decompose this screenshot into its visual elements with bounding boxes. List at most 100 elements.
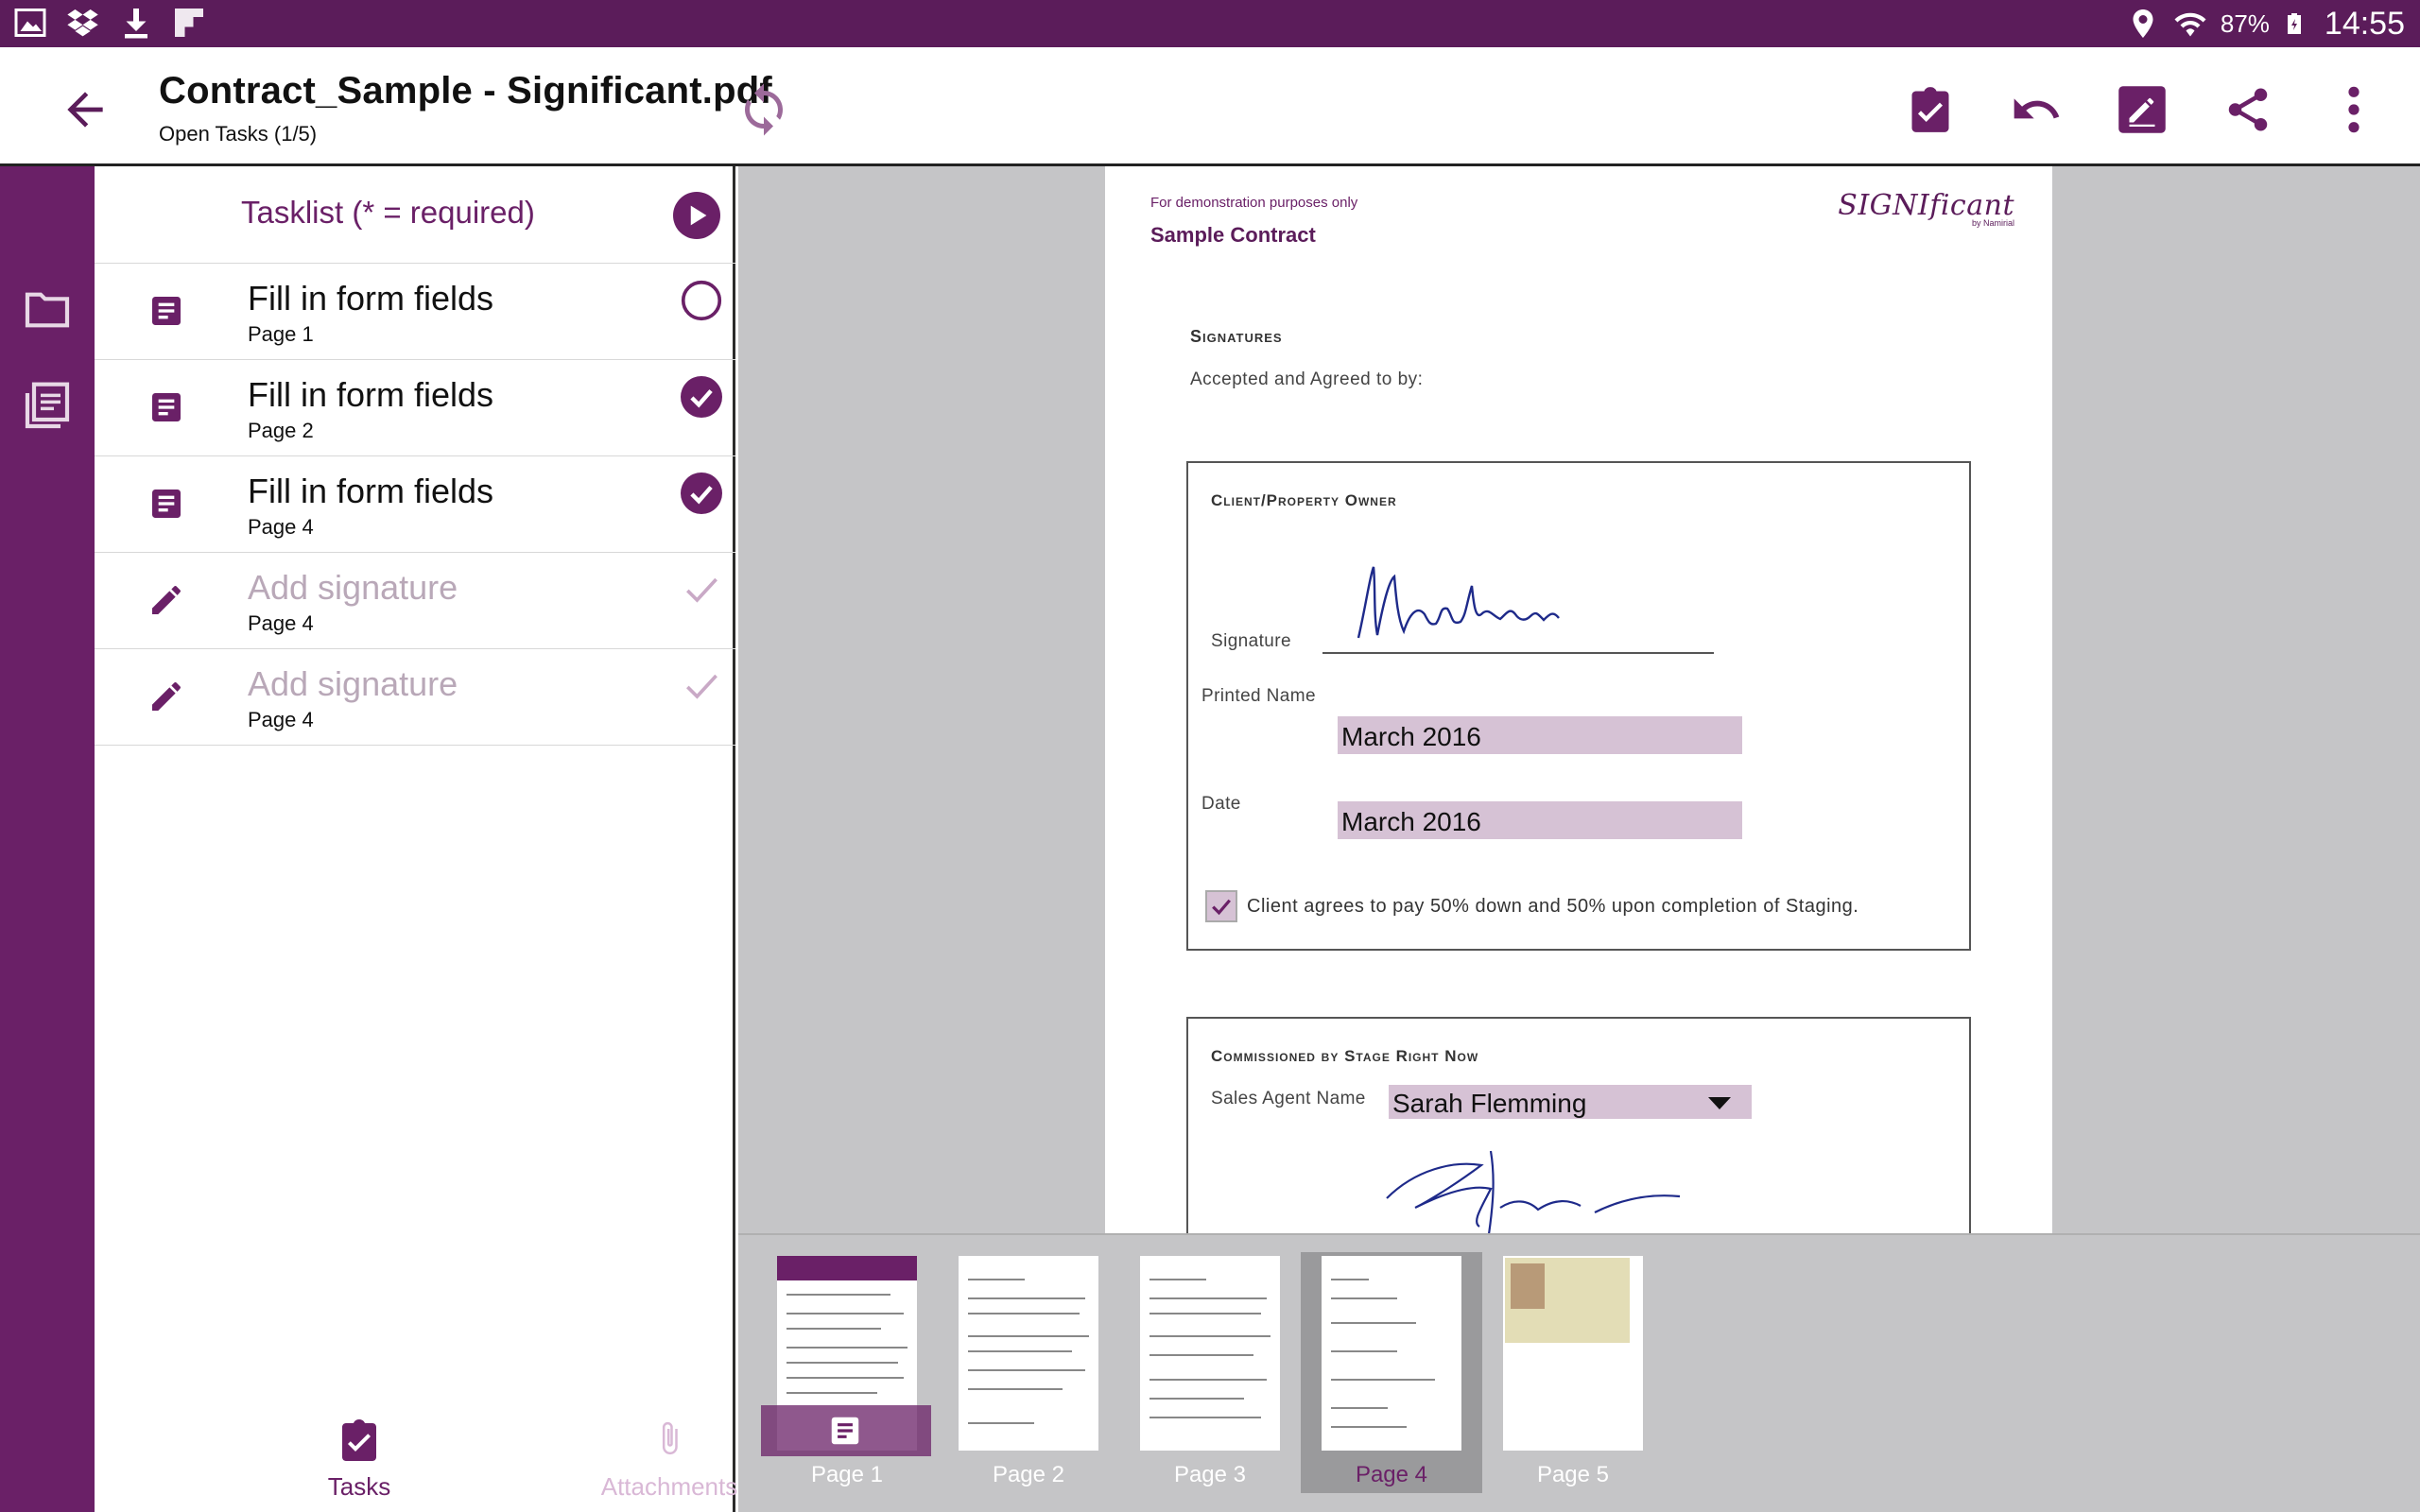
commission-box: Commissioned by Stage Right Now Sales Ag… <box>1186 1017 1971 1233</box>
form-icon <box>831 1417 859 1445</box>
more-icon <box>2348 86 2360 133</box>
document-title: Contract_Sample - Significant.pdf <box>159 70 772 112</box>
pencil-icon <box>152 682 181 711</box>
task-row[interactable]: Add signature Page 4 <box>95 553 735 649</box>
task-page: Page 4 <box>248 611 314 635</box>
flipboard-icon <box>175 9 203 37</box>
task-page: Page 4 <box>248 515 314 539</box>
page-thumbnail-strip: Page 1 Page 2 Page 3 Page 4 Page 5 <box>738 1233 2420 1512</box>
page-thumbnail[interactable] <box>1503 1256 1643 1451</box>
tab-attachments[interactable]: Attachments <box>594 1391 745 1512</box>
status-bar: 87% 14:55 <box>0 0 2420 47</box>
location-icon <box>2133 9 2153 38</box>
date-field[interactable]: March 2016 <box>1338 801 1742 839</box>
share-button[interactable] <box>2220 81 2276 138</box>
form-icon <box>152 393 181 421</box>
thumbnail-label: Page 3 <box>1173 1462 1247 1487</box>
task-row[interactable]: Fill in form fields Page 2 <box>95 360 735 456</box>
check-icon <box>686 577 717 603</box>
tab-tasks-label: Tasks <box>327 1472 391 1501</box>
undo-button[interactable] <box>2008 81 2065 138</box>
task-page: Page 4 <box>248 708 314 731</box>
task-page: Page 1 <box>248 322 314 346</box>
sync-icon[interactable] <box>735 81 792 138</box>
document-heading: Sample Contract <box>1150 223 1316 247</box>
payment-terms-checkbox[interactable] <box>1205 890 1237 922</box>
printed-name-field[interactable]: March 2016 <box>1338 716 1742 754</box>
checkmark-icon <box>1212 899 1231 916</box>
clock: 14:55 <box>2324 5 2405 42</box>
download-icon <box>125 9 147 39</box>
paperclip-icon <box>662 1421 678 1455</box>
complete-tasks-button[interactable] <box>1902 81 1959 138</box>
document-page: For demonstration purposes only Sample C… <box>1105 166 2052 1233</box>
dropbox-icon <box>67 9 98 37</box>
tasklist-header: Tasklist (* = required) <box>95 166 735 264</box>
open-tasks-count: Open Tasks (1/5) <box>159 122 318 146</box>
task-row[interactable]: Fill in form fields Page 4 <box>95 456 735 553</box>
agent-signature-image[interactable] <box>1377 1142 1689 1233</box>
client-signature-image[interactable] <box>1349 548 1566 652</box>
client-signature-box: Client/Property Owner Signature Printed … <box>1186 461 1971 951</box>
play-icon[interactable] <box>673 192 720 239</box>
bottom-tabs: Tasks Attachments <box>95 1391 737 1512</box>
task-label: Add signature <box>248 568 458 607</box>
tab-tasks[interactable]: Tasks <box>302 1391 416 1512</box>
page-thumbnail[interactable] <box>1322 1256 1461 1451</box>
open-circle-icon <box>681 280 722 321</box>
more-options-button[interactable] <box>2325 81 2382 138</box>
demo-note: For demonstration purposes only <box>1150 195 1358 211</box>
accepted-text: Accepted and Agreed to by: <box>1190 369 1424 389</box>
page-thumbnail[interactable] <box>959 1256 1098 1451</box>
chevron-down-icon <box>1708 1097 1731 1109</box>
significant-logo: SIGNIficant by Namirial <box>1838 189 2014 228</box>
tasks-on-page-overlay <box>761 1405 931 1456</box>
task-check-icon <box>1911 87 1949 132</box>
navigation-rail <box>0 166 95 1512</box>
commission-box-heading: Commissioned by Stage Right Now <box>1211 1047 1479 1065</box>
page-thumbnail[interactable] <box>1140 1256 1280 1451</box>
task-label: Fill in form fields <box>248 375 494 414</box>
gallery-icon <box>14 9 46 37</box>
thumbnail-label: Page 5 <box>1536 1462 1610 1487</box>
app-bar: Contract_Sample - Significant.pdf Open T… <box>0 47 2420 166</box>
folder-icon[interactable] <box>21 284 74 336</box>
back-arrow-icon[interactable] <box>59 83 112 136</box>
signature-label: Signature <box>1211 631 1291 651</box>
tasklist-title: Tasklist (* = required) <box>241 195 535 230</box>
document-viewer[interactable]: For demonstration purposes only Sample C… <box>738 166 2420 1233</box>
logo-wordmark: SIGNIficant <box>1838 189 2014 222</box>
task-row[interactable]: Fill in form fields Page 1 <box>95 264 735 360</box>
check-icon <box>686 674 717 699</box>
tab-attachments-label: Attachments <box>600 1472 738 1501</box>
form-icon <box>152 297 181 325</box>
form-icon <box>152 490 181 518</box>
task-label: Fill in form fields <box>248 279 494 318</box>
task-label: Fill in form fields <box>248 472 494 510</box>
signature-line <box>1322 652 1714 654</box>
edit-icon <box>2118 86 2166 133</box>
battery-percent: 87% <box>2220 9 2270 38</box>
payment-terms-text: Client agrees to pay 50% down and 50% up… <box>1247 896 1859 917</box>
undo-icon <box>2014 98 2060 119</box>
check-circle-icon <box>681 376 722 418</box>
task-page: Page 2 <box>248 419 314 442</box>
pencil-icon <box>152 586 181 614</box>
date-label: Date <box>1201 794 1241 814</box>
thumbnail-label: Page 4 <box>1355 1462 1428 1487</box>
annotate-button[interactable] <box>2114 81 2170 138</box>
task-row[interactable]: Add signature Page 4 <box>95 649 735 746</box>
printed-name-label: Printed Name <box>1201 686 1316 706</box>
share-icon <box>2228 88 2268 131</box>
task-check-icon <box>342 1419 376 1461</box>
signatures-heading: Signatures <box>1190 327 1283 346</box>
sales-agent-value: Sarah Flemming <box>1392 1089 1587 1118</box>
sales-agent-dropdown[interactable]: Sarah Flemming <box>1389 1085 1752 1119</box>
task-label: Add signature <box>248 664 458 703</box>
documents-library-icon[interactable] <box>21 380 74 433</box>
check-circle-icon <box>681 472 722 514</box>
client-box-heading: Client/Property Owner <box>1211 491 1397 509</box>
id-photo <box>1511 1263 1545 1309</box>
thumbnail-label: Page 2 <box>992 1462 1065 1487</box>
wifi-icon <box>2174 12 2206 37</box>
